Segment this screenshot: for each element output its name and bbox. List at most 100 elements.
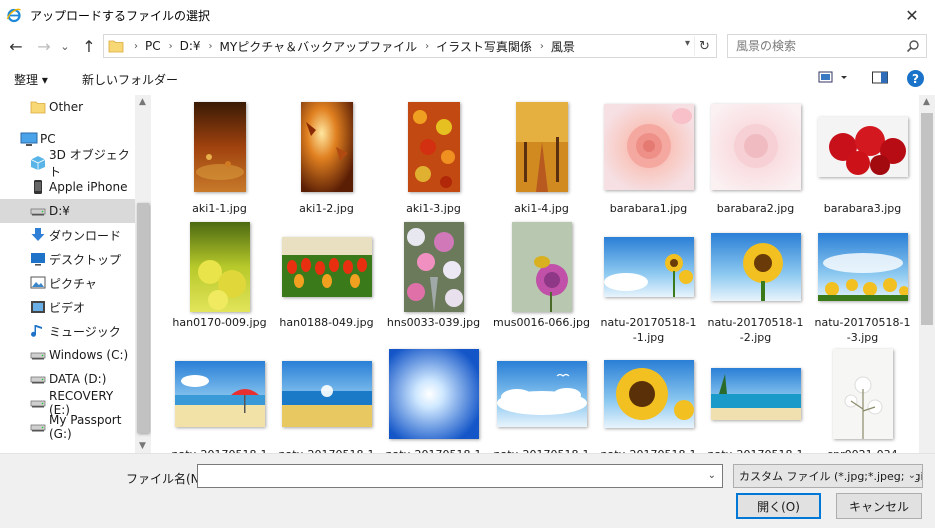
file-tile[interactable]: hns0033-039.jpg bbox=[380, 219, 487, 329]
scroll-down-icon[interactable]: ▼ bbox=[139, 441, 146, 451]
image-thumbnail bbox=[300, 102, 353, 192]
file-name: natu-20170518-1 bbox=[707, 316, 804, 329]
chevron-right-icon[interactable]: › bbox=[134, 41, 138, 52]
file-tile[interactable]: barabara3.jpg bbox=[809, 99, 916, 215]
file-tile[interactable]: natu-20170518-1 bbox=[380, 349, 487, 453]
sidebar-item-label: Windows (C:) bbox=[49, 348, 129, 362]
drive-icon bbox=[30, 419, 46, 435]
chevron-right-icon[interactable]: › bbox=[209, 41, 213, 52]
file-tile[interactable]: aki1-2.jpg bbox=[273, 99, 380, 215]
search-input[interactable] bbox=[736, 39, 901, 53]
file-tile[interactable]: natu-20170518-1 bbox=[166, 349, 273, 453]
recent-locations-button[interactable]: ⌄ bbox=[58, 36, 72, 56]
sidebar-item[interactable]: Apple iPhone bbox=[0, 175, 135, 199]
search-box[interactable] bbox=[727, 34, 927, 58]
sidebar-item[interactable]: ピクチャ bbox=[0, 271, 135, 295]
sidebar-item[interactable]: ミュージック bbox=[0, 319, 135, 343]
sidebar-item[interactable]: DATA (D:) bbox=[0, 367, 135, 391]
file-tile[interactable]: natu-20170518-1 -3.jpg bbox=[809, 219, 916, 344]
file-tile[interactable]: natu-20170518-1 bbox=[488, 349, 595, 453]
filename-input[interactable] bbox=[202, 466, 697, 486]
image-thumbnail bbox=[496, 361, 587, 427]
preview-pane-button[interactable] bbox=[871, 69, 891, 90]
file-tile[interactable]: han0170-009.jpg bbox=[166, 219, 273, 329]
breadcrumb-item[interactable]: 風景 bbox=[551, 38, 575, 55]
chevron-right-icon[interactable]: › bbox=[425, 41, 429, 52]
file-thumbnail-area bbox=[702, 99, 809, 195]
chevron-right-icon[interactable]: › bbox=[540, 41, 544, 52]
file-tile[interactable]: han0188-049.jpg bbox=[273, 219, 380, 329]
refresh-button[interactable]: ↻ bbox=[694, 36, 714, 56]
open-button[interactable]: 開く(O) bbox=[736, 493, 821, 519]
sidebar-item[interactable]: ダウンロード bbox=[0, 223, 135, 247]
sidebar-item[interactable]: ビデオ bbox=[0, 295, 135, 319]
sidebar-item[interactable]: RECOVERY (E:) bbox=[0, 389, 135, 417]
file-tile[interactable]: natu-20170518-1 bbox=[273, 349, 380, 453]
file-thumbnail-area bbox=[380, 349, 487, 439]
sidebar-item[interactable]: 3D オブジェクト bbox=[0, 148, 135, 179]
navigation-pane: Other PC 3D オブジェクト Apple iPhone D:¥ ダウンロード デスク… bbox=[0, 95, 151, 453]
help-icon: ? bbox=[907, 70, 924, 87]
back-button[interactable]: ← bbox=[6, 36, 26, 56]
file-list-scroll-thumb[interactable] bbox=[921, 113, 933, 325]
sidebar-item[interactable]: D:¥ bbox=[0, 199, 135, 223]
forward-button[interactable]: → bbox=[34, 36, 54, 56]
filename-combobox[interactable]: ⌄ bbox=[197, 464, 723, 488]
sidebar-scroll-thumb[interactable] bbox=[137, 203, 149, 433]
sidebar-item[interactable]: デスクトップ bbox=[0, 247, 135, 271]
file-dialog-footer: ファイル名(N): ⌄ カスタム ファイル (*.jpg;*.jpeg;*.gi… bbox=[0, 453, 935, 528]
file-thumbnail-area bbox=[488, 219, 595, 315]
file-tile[interactable]: barabara2.jpg bbox=[702, 99, 809, 215]
file-name: aki1-4.jpg bbox=[514, 202, 569, 215]
file-tile[interactable]: natu-20170518-1 bbox=[595, 349, 702, 453]
pc-icon bbox=[20, 131, 38, 147]
breadcrumb-item[interactable]: PC bbox=[145, 39, 161, 53]
internet-explorer-icon bbox=[6, 8, 21, 23]
image-thumbnail bbox=[710, 233, 801, 301]
file-tile[interactable]: spr0021-034 bbox=[809, 349, 916, 453]
file-name-line2: -2.jpg bbox=[739, 331, 772, 344]
breadcrumb-item[interactable]: D:¥ bbox=[180, 39, 201, 53]
file-tile[interactable]: natu-20170518-1 bbox=[702, 349, 809, 453]
file-name: aki1-2.jpg bbox=[299, 202, 354, 215]
close-button[interactable]: ✕ bbox=[889, 0, 935, 30]
file-type-filter-label: カスタム ファイル (*.jpg;*.jpeg;*.gif bbox=[739, 470, 923, 483]
organize-menu[interactable]: 整理 ▾ bbox=[14, 71, 48, 88]
sidebar-scrollbar[interactable]: ▲ ▼ bbox=[135, 95, 151, 453]
cancel-button[interactable]: キャンセル bbox=[836, 493, 922, 519]
image-thumbnail bbox=[603, 360, 694, 428]
file-name: barabara3.jpg bbox=[823, 202, 902, 215]
image-thumbnail bbox=[407, 102, 460, 192]
drive-icon bbox=[30, 203, 46, 219]
new-folder-button[interactable]: 新しいフォルダー bbox=[82, 71, 178, 88]
file-tile[interactable]: mus0016-066.jpg bbox=[488, 219, 595, 329]
file-tile[interactable]: aki1-3.jpg bbox=[380, 99, 487, 215]
image-thumbnail bbox=[710, 104, 801, 190]
change-view-button[interactable] bbox=[818, 69, 848, 90]
scroll-up-icon[interactable]: ▲ bbox=[923, 97, 930, 107]
sidebar-item-label: デスクトップ bbox=[49, 252, 122, 267]
file-tile[interactable]: barabara1.jpg bbox=[595, 99, 702, 215]
image-thumbnail bbox=[174, 361, 265, 427]
chevron-right-icon[interactable]: › bbox=[169, 41, 173, 52]
file-tile[interactable]: aki1-4.jpg bbox=[488, 99, 595, 215]
file-thumbnail-area bbox=[166, 99, 273, 195]
file-list-scrollbar[interactable]: ▲ bbox=[919, 95, 935, 453]
file-tile[interactable]: natu-20170518-1 -2.jpg bbox=[702, 219, 809, 344]
breadcrumb-item[interactable]: MYピクチャ＆バックアップファイル bbox=[220, 38, 418, 55]
breadcrumb-item[interactable]: イラスト写真関係 bbox=[436, 38, 532, 55]
address-dropdown-icon[interactable]: ▾ bbox=[685, 38, 690, 49]
file-type-filter[interactable]: カスタム ファイル (*.jpg;*.jpeg;*.gif ⌄ bbox=[733, 464, 923, 488]
file-thumbnail-area bbox=[809, 219, 916, 315]
sidebar-item[interactable]: My Passport (G:) bbox=[0, 413, 135, 441]
sidebar-item[interactable]: Windows (C:) bbox=[0, 343, 135, 367]
up-button[interactable]: ↑ bbox=[79, 36, 99, 56]
image-thumbnail bbox=[193, 102, 246, 192]
address-bar[interactable]: › PC › D:¥ › MYピクチャ＆バックアップファイル › イラスト写真関係 › 風景 ▾ … bbox=[103, 34, 717, 58]
sidebar-item[interactable]: Other bbox=[0, 95, 135, 119]
file-tile[interactable]: aki1-1.jpg bbox=[166, 99, 273, 215]
file-tile[interactable]: natu-20170518-1 -1.jpg bbox=[595, 219, 702, 344]
scroll-up-icon[interactable]: ▲ bbox=[139, 97, 146, 107]
chevron-down-icon[interactable]: ⌄ bbox=[708, 470, 716, 481]
help-button[interactable]: ? bbox=[907, 70, 924, 87]
